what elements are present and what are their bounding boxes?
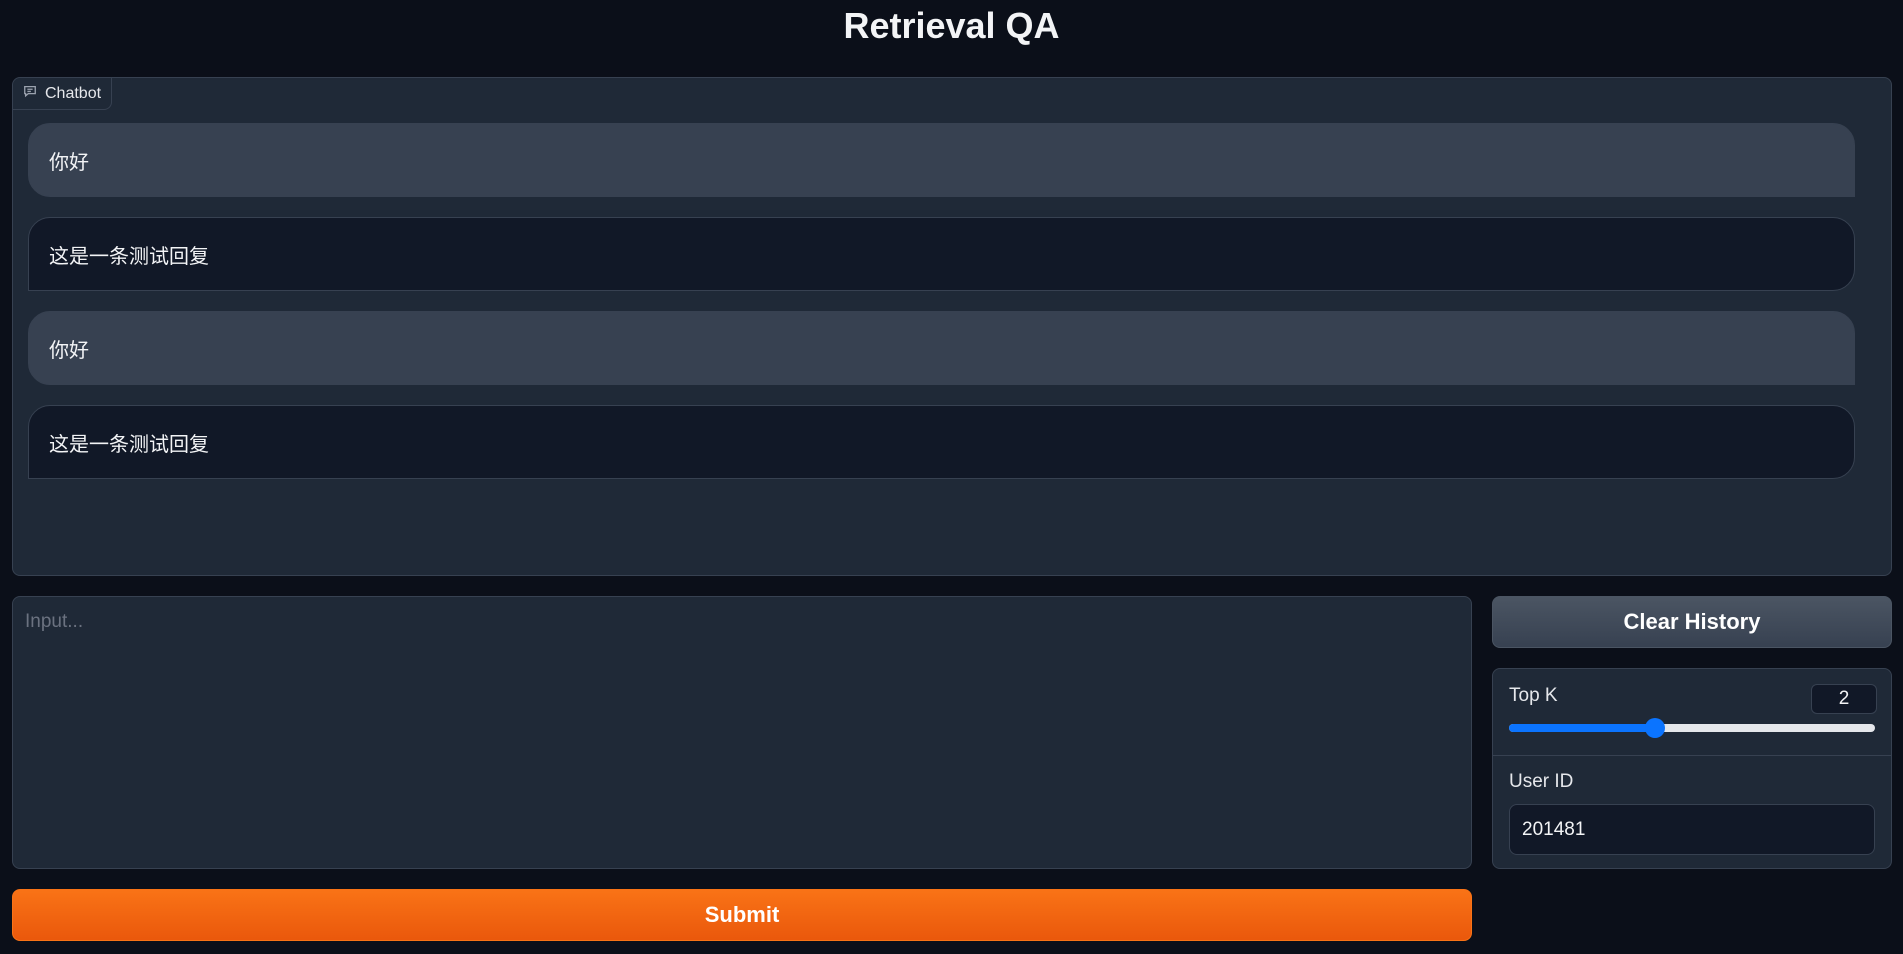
slider-fill — [1509, 724, 1656, 732]
clear-history-button[interactable]: Clear History — [1492, 596, 1892, 648]
slider-thumb[interactable] — [1645, 718, 1666, 738]
top-k-number-input[interactable]: 2 — [1811, 684, 1877, 714]
submit-button[interactable]: Submit — [12, 889, 1472, 941]
user-message: 你好 — [28, 311, 1855, 385]
chatbot-panel: Chatbot 你好 这是一条测试回复 你好 这是一条测试回复 — [12, 77, 1892, 576]
user-id-input[interactable] — [1509, 804, 1875, 855]
user-id-label: User ID — [1509, 771, 1574, 792]
settings-panel: Top K 2 User ID — [1492, 668, 1892, 869]
page-title: Retrieval QA — [843, 5, 1060, 46]
input-box — [12, 596, 1472, 869]
chatbot-label: Chatbot — [13, 78, 113, 110]
chat-icon — [23, 84, 37, 103]
top-k-label: Top K — [1509, 685, 1558, 706]
top-k-slider[interactable] — [1509, 718, 1875, 738]
bot-message: 这是一条测试回复 — [28, 405, 1855, 479]
divider — [1493, 755, 1891, 756]
bot-message: 这是一条测试回复 — [28, 217, 1855, 291]
query-input[interactable] — [13, 597, 1471, 868]
chatbot-label-text: Chatbot — [45, 84, 102, 102]
user-message: 你好 — [28, 123, 1855, 197]
